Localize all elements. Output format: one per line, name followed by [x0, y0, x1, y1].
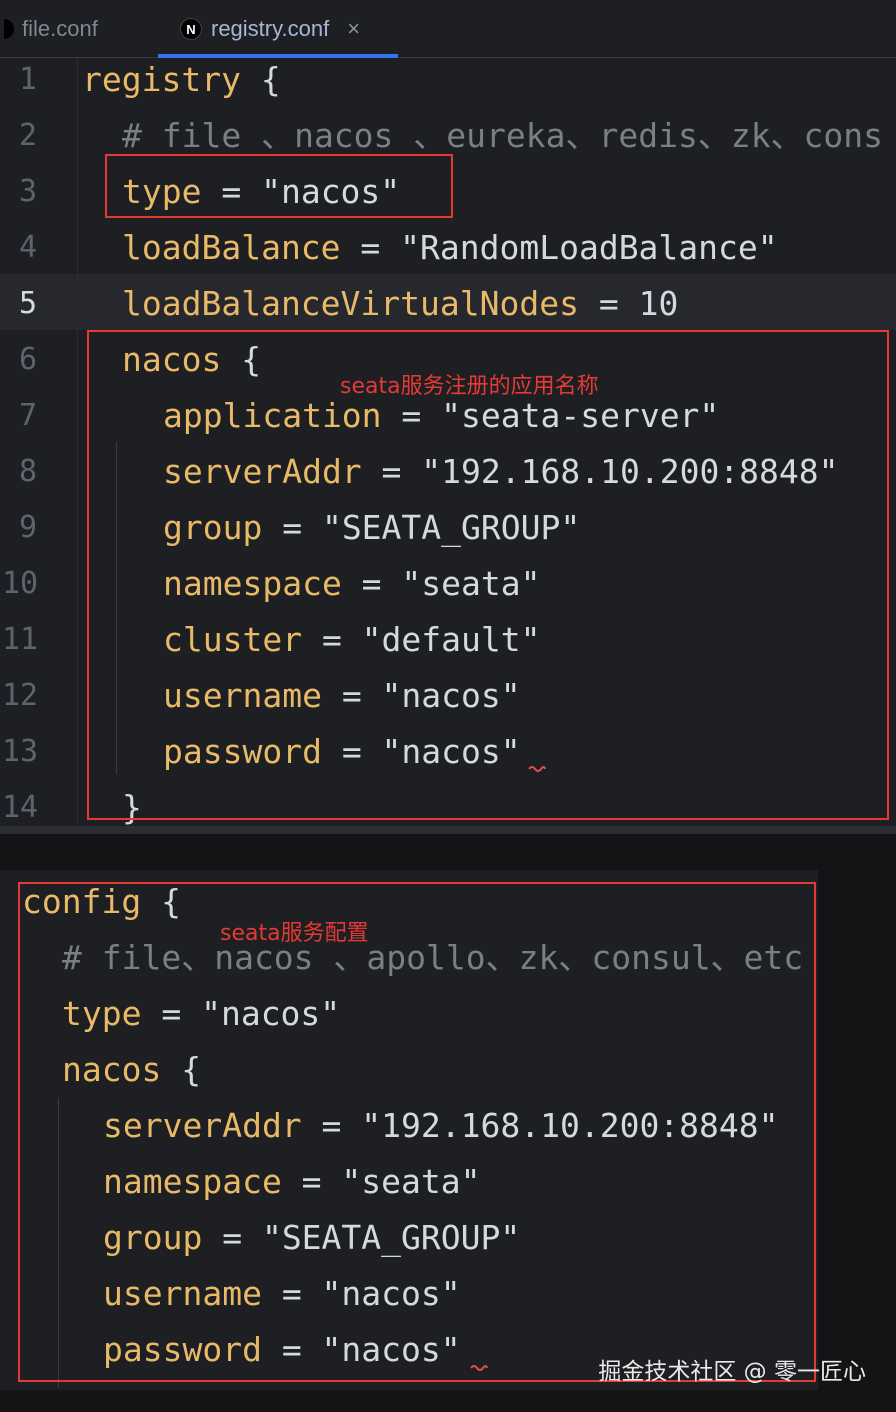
line-number: 3: [18, 174, 38, 209]
code-line: loadBalance = "RandomLoadBalance": [122, 228, 778, 267]
line-number: 13: [1, 734, 39, 769]
line-number: 1: [18, 62, 38, 97]
line-number: 9: [18, 510, 38, 545]
line-number: 8: [18, 454, 38, 489]
watermark: 掘金技术社区 @ 零一匠心: [598, 1359, 866, 1385]
line-number: 6: [18, 342, 38, 377]
line-number: 2: [18, 118, 38, 153]
line-number-gutter: 1 2 3 4 5 6 7 8 9 10 11 12 13 14: [0, 58, 78, 826]
tab-label: registry.conf: [211, 16, 330, 41]
line-number: 10: [1, 566, 39, 601]
tab-bar: file.conf N registry.conf ×: [0, 0, 896, 58]
divider: [0, 826, 896, 834]
annotation-registry: seata服务注册的应用名称: [340, 374, 599, 399]
annotation-config: seata服务配置: [220, 921, 369, 946]
line-number: 7: [18, 398, 38, 433]
line-number: 5: [18, 286, 38, 321]
code-line: loadBalanceVirtualNodes = 10: [122, 284, 679, 323]
line-number: 4: [18, 230, 38, 265]
tab-file-conf[interactable]: file.conf: [0, 0, 98, 58]
highlight-box-type: [105, 154, 453, 218]
line-number: 12: [1, 678, 39, 713]
line-number: 11: [1, 622, 39, 657]
tab-label: file.conf: [22, 16, 98, 41]
highlight-box-config: [18, 882, 816, 1382]
n-file-icon: N: [180, 18, 202, 40]
file-type-icon: [4, 19, 14, 39]
highlight-box-nacos-registry: [87, 330, 889, 820]
close-icon[interactable]: ×: [347, 16, 360, 42]
tab-registry-conf[interactable]: N registry.conf ×: [158, 0, 398, 58]
code-line: registry {: [82, 60, 281, 99]
